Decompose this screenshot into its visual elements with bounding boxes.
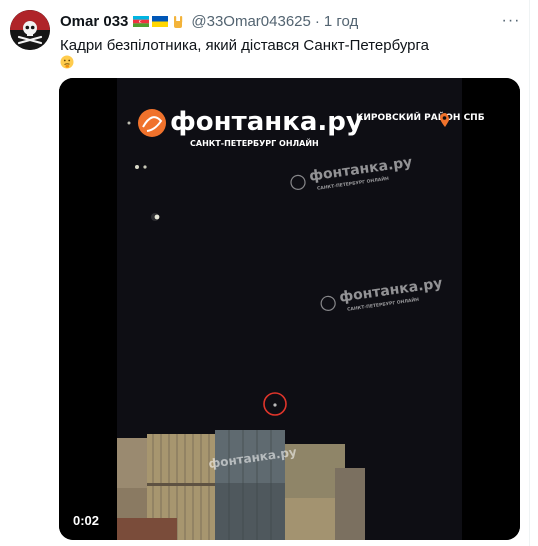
- timeline-border: [529, 0, 530, 546]
- video-player[interactable]: фонтанка.ру САНКТ-ПЕТЕРБУРГ ОНЛАЙН КИРОВ…: [59, 78, 520, 540]
- author-handle[interactable]: @33Omar043625: [191, 13, 310, 30]
- logo-tagline: САНКТ-ПЕТЕРБУРГ ОНЛАЙН: [190, 137, 319, 148]
- tweet-timestamp[interactable]: 1 год: [324, 13, 358, 30]
- tweet-header: Omar 033 @33Omar043625 · 1 год: [60, 13, 358, 30]
- flag-ukraine-icon: [152, 16, 169, 27]
- more-options-button[interactable]: ···: [500, 12, 522, 30]
- location-label: КИРОВСКИЙ РАЙОН СПБ: [356, 111, 485, 123]
- separator-dot: ·: [314, 13, 320, 30]
- author-name[interactable]: Omar 033: [60, 13, 128, 30]
- shipping-containers: фонтанка.ру: [117, 430, 365, 540]
- thinking-face-icon: [60, 55, 74, 69]
- tweet-text: Кадри безпілотника, який дістався Санкт-…: [60, 37, 430, 54]
- video-timestamp: 0:02: [67, 511, 106, 530]
- logo-brand: фонтанка.ру: [170, 107, 363, 137]
- flag-azerbaijan-icon: [133, 16, 150, 27]
- avatar[interactable]: [10, 10, 50, 50]
- video-frame: фонтанка.ру САНКТ-ПЕТЕРБУРГ ОНЛАЙН КИРОВ…: [59, 78, 520, 540]
- rock-hand-icon: [174, 15, 183, 28]
- author-emoji-group: [133, 15, 185, 29]
- skull-avatar-icon: [10, 10, 50, 50]
